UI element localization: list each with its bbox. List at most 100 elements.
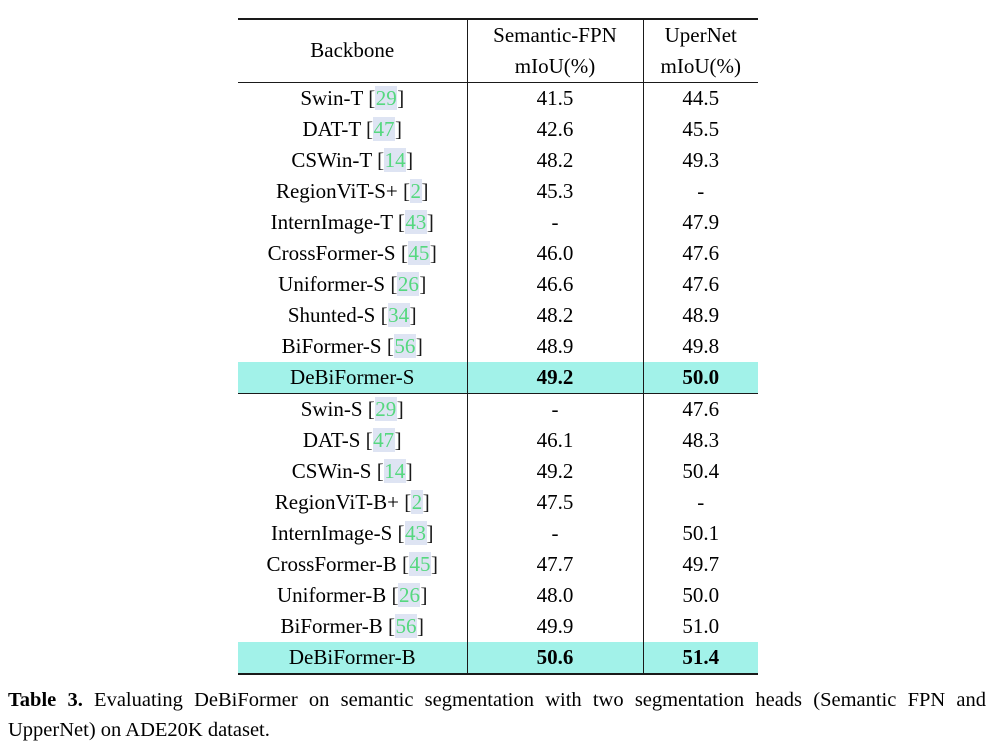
cell-semantic-fpn-miou: 45.3 [466, 176, 643, 207]
citation-number[interactable]: 2 [410, 178, 422, 203]
table-row: DeBiFormer-B 50.6 51.4 [238, 642, 758, 675]
citation-bracket-close: ] [422, 489, 430, 514]
cell-backbone: DAT-S [47] [238, 425, 467, 456]
citation-bracket-close: ] [426, 520, 434, 545]
citation-reference[interactable]: [14] [377, 147, 413, 172]
column-header-upernet-line1: UperNet [642, 18, 758, 51]
cell-upernet-miou: 49.3 [642, 145, 758, 176]
citation-number[interactable]: 47 [373, 116, 396, 141]
citation-reference[interactable]: [47] [366, 116, 403, 141]
citation-reference[interactable]: [47] [365, 427, 402, 452]
cell-semantic-fpn-miou: 50.6 [466, 642, 643, 675]
table-body: Swin-T [29] 41.5 44.5 DAT-T [47] 42.6 45.5 CSW… [238, 82, 758, 675]
cell-backbone: Uniformer-B [26] [238, 580, 467, 611]
citation-bracket-close: ] [395, 116, 403, 141]
citation-reference[interactable]: [29] [368, 396, 404, 421]
backbone-name: DAT-T [302, 116, 361, 141]
cell-backbone: Uniformer-S [26] [238, 269, 467, 300]
citation-number[interactable]: 56 [395, 613, 417, 638]
table-row: CSWin-S [14] 49.2 50.4 [238, 456, 758, 487]
cell-upernet-miou: 51.4 [642, 642, 758, 675]
citation-number[interactable]: 43 [404, 209, 427, 234]
citation-bracket-close: ] [397, 85, 405, 110]
table-row: InternImage-S [43] -50.1 [238, 518, 758, 549]
citation-number[interactable]: 29 [375, 85, 398, 110]
cell-upernet-miou: - [642, 176, 758, 207]
table-row: Swin-T [29] 41.5 44.5 [238, 82, 758, 114]
results-table-container: Backbone Semantic-FPN UperNet mIoU(%) mI… [238, 18, 758, 675]
citation-reference[interactable]: [26] [391, 582, 427, 607]
table-row: Uniformer-S [26] 46.6 47.6 [238, 269, 758, 300]
table-row: BiFormer-B [56] 49.9 51.0 [238, 611, 758, 642]
backbone-name: Uniformer-S [278, 271, 386, 296]
table-row: DAT-T [47] 42.6 45.5 [238, 114, 758, 145]
citation-reference[interactable]: [2] [404, 489, 430, 514]
table-caption: Table 3. Evaluating DeBiFormer on semant… [8, 686, 986, 745]
table-row: RegionViT-S+ [2] 45.3- [238, 176, 758, 207]
cell-backbone: Swin-S [29] [238, 393, 467, 425]
table-row: Shunted-S [34] 48.2 48.9 [238, 300, 758, 331]
cell-backbone: RegionViT-B+ [2] [238, 487, 467, 518]
citation-reference[interactable]: [56] [388, 613, 424, 638]
cell-upernet-miou: 50.1 [642, 518, 758, 549]
cell-upernet-miou: 50.4 [642, 456, 758, 487]
citation-bracket-open: [ [388, 613, 395, 638]
citation-reference[interactable]: [2] [403, 178, 429, 203]
table-row: Uniformer-B [26] 48.0 50.0 [238, 580, 758, 611]
citation-number[interactable]: 14 [383, 458, 406, 483]
citation-reference[interactable]: [43] [397, 520, 434, 545]
citation-number[interactable]: 47 [372, 427, 395, 452]
citation-bracket-close: ] [419, 271, 427, 296]
cell-upernet-miou: 50.0 [642, 580, 758, 611]
cell-semantic-fpn-miou: 48.0 [466, 580, 643, 611]
citation-bracket-close: ] [405, 458, 413, 483]
citation-reference[interactable]: [43] [398, 209, 434, 234]
citation-number[interactable]: 45 [409, 551, 431, 576]
citation-number[interactable]: 45 [407, 240, 430, 265]
citation-number[interactable]: 26 [397, 271, 420, 296]
backbone-name: DeBiFormer-S [290, 364, 415, 389]
citation-bracket-close: ] [409, 302, 417, 327]
citation-bracket-open: [ [365, 427, 373, 452]
cell-backbone: DAT-T [47] [238, 114, 467, 145]
cell-upernet-miou: 48.3 [642, 425, 758, 456]
citation-reference[interactable]: [56] [386, 333, 423, 358]
citation-bracket-open: [ [386, 333, 394, 358]
cell-backbone: InternImage-T [43] [238, 207, 467, 238]
citation-reference[interactable]: [34] [381, 302, 417, 327]
citation-bracket-open: [ [397, 520, 405, 545]
citation-reference[interactable]: [14] [377, 458, 413, 483]
citation-reference[interactable]: [45] [402, 551, 438, 576]
table-row: RegionViT-B+ [2] 47.5- [238, 487, 758, 518]
citation-number[interactable]: 34 [387, 302, 410, 327]
cell-backbone: Shunted-S [34] [238, 300, 467, 331]
cell-backbone: DeBiFormer-S [238, 362, 467, 394]
cell-backbone: InternImage-S [43] [238, 518, 467, 549]
citation-number[interactable]: 56 [393, 333, 416, 358]
table-row: BiFormer-S [56] 48.9 49.8 [238, 331, 758, 362]
citation-number[interactable]: 43 [404, 520, 427, 545]
citation-bracket-close: ] [429, 240, 437, 265]
caption-text: Evaluating DeBiFormer on semantic segmen… [8, 689, 986, 741]
backbone-name: CSWin-T [291, 147, 372, 172]
citation-bracket-close: ] [421, 178, 429, 203]
citation-number[interactable]: 2 [411, 489, 423, 514]
backbone-name: InternImage-T [270, 209, 393, 234]
cell-upernet-miou: 48.9 [642, 300, 758, 331]
citation-reference[interactable]: [45] [401, 240, 437, 265]
cell-semantic-fpn-miou: - [466, 207, 643, 238]
citation-number[interactable]: 26 [398, 582, 421, 607]
citation-reference[interactable]: [29] [368, 85, 405, 110]
cell-upernet-miou: 47.6 [642, 238, 758, 269]
cell-upernet-miou: 49.7 [642, 549, 758, 580]
table-row: DAT-S [47] 46.1 48.3 [238, 425, 758, 456]
citation-reference[interactable]: [26] [390, 271, 427, 296]
cell-semantic-fpn-miou: 48.2 [466, 300, 643, 331]
cell-backbone: BiFormer-B [56] [238, 611, 467, 642]
citation-number[interactable]: 29 [374, 396, 397, 421]
citation-number[interactable]: 14 [384, 147, 407, 172]
backbone-name: Swin-T [300, 85, 363, 110]
cell-backbone: DeBiFormer-B [238, 642, 467, 675]
cell-semantic-fpn-miou: 46.6 [466, 269, 643, 300]
citation-bracket-close: ] [431, 551, 438, 576]
